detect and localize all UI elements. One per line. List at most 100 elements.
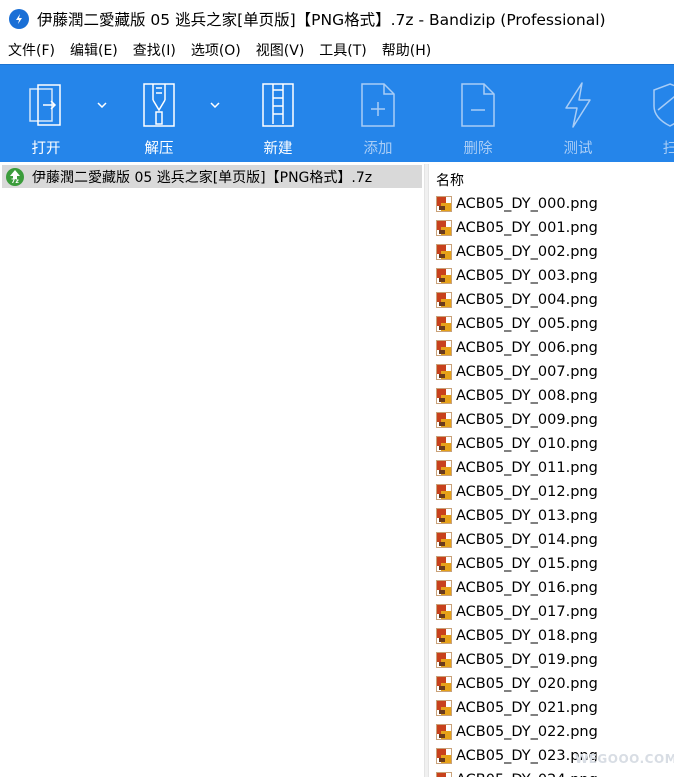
file-name: ACB05_DY_005.png (456, 316, 598, 332)
file-name: ACB05_DY_015.png (456, 556, 598, 572)
file-name: ACB05_DY_006.png (456, 340, 598, 356)
delete-file-icon (456, 80, 500, 130)
open-button[interactable]: 打开 (24, 65, 68, 162)
png-image-file-icon (436, 628, 452, 644)
file-row[interactable]: ACB05_DY_007.png (429, 360, 674, 384)
file-row[interactable]: ACB05_DY_017.png (429, 600, 674, 624)
archive-badge: 7z (11, 177, 19, 185)
file-row[interactable]: ACB05_DY_009.png (429, 408, 674, 432)
png-image-file-icon (436, 388, 452, 404)
file-row[interactable]: ACB05_DY_010.png (429, 432, 674, 456)
file-row[interactable]: ACB05_DY_012.png (429, 480, 674, 504)
file-list: ACB05_DY_000.png ACB05_DY_001.png ACB05_DY… (429, 192, 674, 777)
file-row[interactable]: ACB05_DY_002.png (429, 240, 674, 264)
file-row[interactable]: ACB05_DY_003.png (429, 264, 674, 288)
test-button[interactable]: 测试 (556, 65, 600, 162)
file-row[interactable]: ACB05_DY_000.png (429, 192, 674, 216)
open-label: 打开 (31, 141, 61, 157)
file-name: ACB05_DY_007.png (456, 364, 598, 380)
file-name: ACB05_DY_008.png (456, 388, 598, 404)
tree-item-archive[interactable]: 7z 伊藤潤二愛藏版 05 逃兵之家[单页版]【PNG格式】.7z (2, 165, 422, 188)
extract-label: 解压 (144, 141, 174, 157)
extract-button[interactable]: 解压 (136, 65, 182, 162)
png-image-file-icon (436, 772, 452, 777)
png-image-file-icon (436, 676, 452, 692)
file-row[interactable]: ACB05_DY_006.png (429, 336, 674, 360)
png-image-file-icon (436, 244, 452, 260)
file-name: ACB05_DY_024.png (456, 772, 598, 777)
menu-edit[interactable]: 编辑(E) (63, 39, 125, 63)
file-row[interactable]: ACB05_DY_016.png (429, 576, 674, 600)
scan-button[interactable]: 扫 (648, 65, 674, 162)
file-list-pane[interactable]: 名称 ACB05_DY_000.png ACB05_DY_001.png ACB05… (429, 164, 674, 777)
png-image-file-icon (436, 604, 452, 620)
file-row[interactable]: ACB05_DY_005.png (429, 312, 674, 336)
png-image-file-icon (436, 316, 452, 332)
scan-label: 扫 (663, 137, 674, 158)
menu-file[interactable]: 文件(F) (0, 39, 62, 63)
new-label: 新建 (263, 141, 293, 157)
png-image-file-icon (436, 220, 452, 236)
watermark: WEGOOO.COM (575, 752, 674, 766)
delete-button[interactable]: 删除 (456, 65, 500, 162)
file-name: ACB05_DY_004.png (456, 292, 598, 308)
file-name: ACB05_DY_009.png (456, 412, 598, 428)
file-name: ACB05_DY_016.png (456, 580, 598, 596)
menu-options[interactable]: 选项(O) (184, 39, 248, 63)
add-file-icon (356, 80, 400, 130)
file-row[interactable]: ACB05_DY_004.png (429, 288, 674, 312)
file-name: ACB05_DY_001.png (456, 220, 598, 236)
new-button[interactable]: 新建 (256, 65, 300, 162)
png-image-file-icon (436, 508, 452, 524)
file-row[interactable]: ACB05_DY_020.png (429, 672, 674, 696)
open-dropdown-chevron-icon[interactable] (95, 98, 109, 112)
file-row[interactable]: ACB05_DY_019.png (429, 648, 674, 672)
file-row[interactable]: ACB05_DY_015.png (429, 552, 674, 576)
add-button[interactable]: 添加 (356, 65, 400, 162)
file-name: ACB05_DY_002.png (456, 244, 598, 260)
file-row[interactable]: ACB05_DY_014.png (429, 528, 674, 552)
title-bar: 伊藤潤二愛藏版 05 逃兵之家[单页版]【PNG格式】.7z - Bandizi… (0, 0, 674, 38)
png-image-file-icon (436, 580, 452, 596)
file-name: ACB05_DY_020.png (456, 676, 598, 692)
png-image-file-icon (436, 412, 452, 428)
column-header-name[interactable]: 名称 (436, 170, 464, 190)
file-row[interactable]: ACB05_DY_018.png (429, 624, 674, 648)
png-image-file-icon (436, 700, 452, 716)
file-name: ACB05_DY_010.png (456, 436, 598, 452)
file-name: ACB05_DY_017.png (456, 604, 598, 620)
lightning-icon (556, 80, 600, 130)
menu-help[interactable]: 帮助(H) (375, 39, 438, 63)
file-row[interactable]: ACB05_DY_013.png (429, 504, 674, 528)
file-row[interactable]: ACB05_DY_008.png (429, 384, 674, 408)
open-icon (24, 80, 68, 130)
png-image-file-icon (436, 268, 452, 284)
delete-label: 删除 (463, 141, 493, 157)
file-row[interactable]: ACB05_DY_021.png (429, 696, 674, 720)
menu-view[interactable]: 视图(V) (249, 39, 312, 63)
menu-tools[interactable]: 工具(T) (312, 39, 373, 63)
file-name: ACB05_DY_011.png (456, 460, 598, 476)
file-row[interactable]: ACB05_DY_001.png (429, 216, 674, 240)
new-archive-icon (256, 80, 300, 130)
png-image-file-icon (436, 340, 452, 356)
file-name: ACB05_DY_018.png (456, 628, 598, 644)
png-image-file-icon (436, 724, 452, 740)
extract-zipper-icon (137, 80, 181, 130)
test-label: 测试 (563, 141, 593, 157)
png-image-file-icon (436, 364, 452, 380)
file-name: ACB05_DY_013.png (456, 508, 598, 524)
file-row[interactable]: ACB05_DY_011.png (429, 456, 674, 480)
png-image-file-icon (436, 652, 452, 668)
bandizip-app-icon[interactable] (9, 9, 29, 29)
png-image-file-icon (436, 196, 452, 212)
folder-tree-pane[interactable]: 7z 伊藤潤二愛藏版 05 逃兵之家[单页版]【PNG格式】.7z (0, 164, 424, 777)
menu-find[interactable]: 查找(I) (126, 39, 183, 63)
file-name: ACB05_DY_014.png (456, 532, 598, 548)
png-image-file-icon (436, 556, 452, 572)
add-label: 添加 (363, 141, 393, 157)
png-image-file-icon (436, 748, 452, 764)
extract-dropdown-chevron-icon[interactable] (208, 98, 222, 112)
file-row[interactable]: ACB05_DY_022.png (429, 720, 674, 744)
file-row[interactable]: ACB05_DY_024.png (429, 768, 674, 777)
